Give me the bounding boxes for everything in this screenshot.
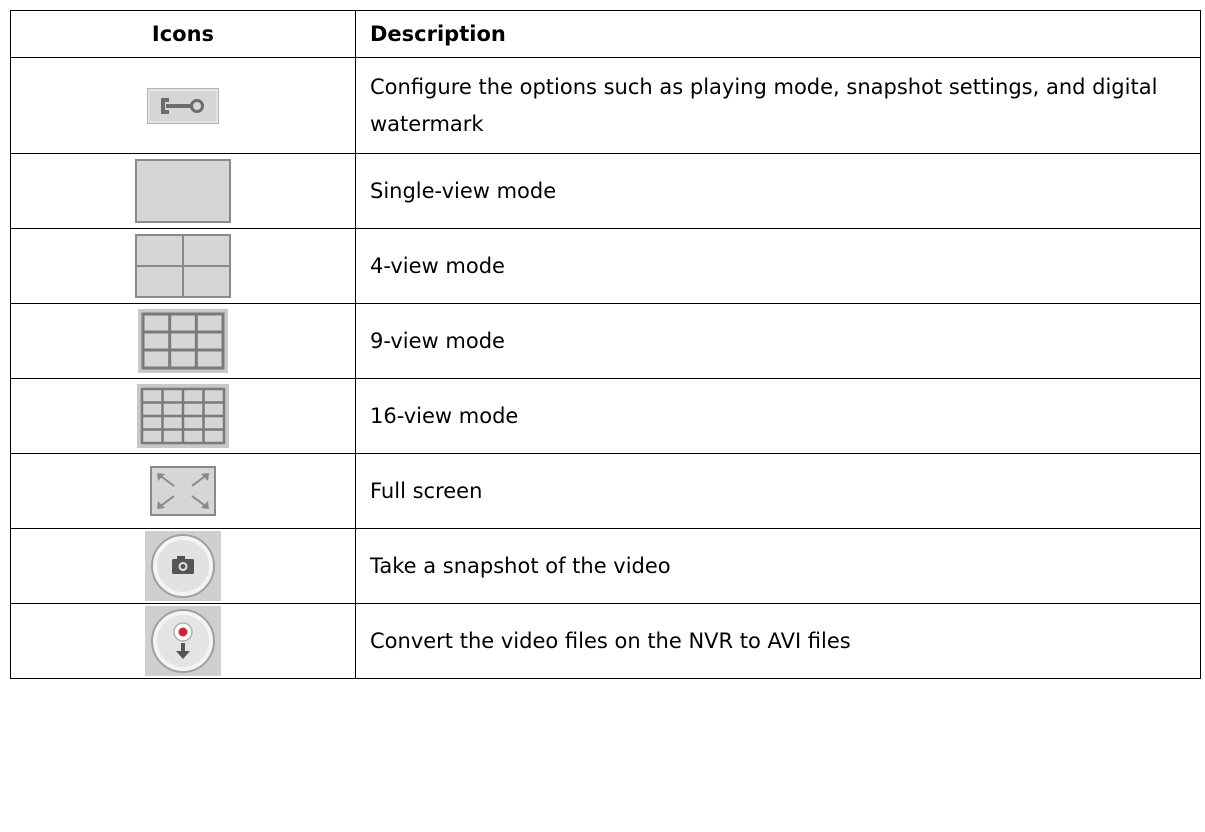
fullscreen-icon	[150, 466, 216, 516]
nine-view-icon	[138, 309, 228, 373]
icon-cell	[10, 228, 356, 304]
single-view-icon	[135, 159, 231, 223]
icon-cell	[10, 453, 356, 529]
icon-cell	[10, 603, 356, 679]
table-row: Full screen	[10, 453, 1201, 529]
icon-cell	[10, 528, 356, 604]
row-description: Full screen	[355, 453, 1201, 529]
row-description: Single-view mode	[355, 153, 1201, 229]
table-header-row: Icons Description	[10, 10, 1201, 58]
table-row: Take a snapshot of the video	[10, 528, 1201, 604]
row-description: Convert the video files on the NVR to AV…	[355, 603, 1201, 679]
row-description: Configure the options such as playing mo…	[355, 57, 1201, 154]
row-description: Take a snapshot of the video	[355, 528, 1201, 604]
icon-cell	[10, 303, 356, 379]
convert-avi-icon	[145, 606, 221, 676]
header-icons: Icons	[10, 10, 356, 58]
icon-cell	[10, 153, 356, 229]
row-description: 4-view mode	[355, 228, 1201, 304]
row-description: 16-view mode	[355, 378, 1201, 454]
row-description: 9-view mode	[355, 303, 1201, 379]
header-description: Description	[355, 10, 1201, 58]
table-row: 9-view mode	[10, 303, 1201, 379]
wrench-icon	[147, 87, 219, 124]
icon-description-table: Icons Description Configure the options …	[10, 10, 1201, 679]
table-row: Convert the video files on the NVR to AV…	[10, 603, 1201, 679]
table-row: Configure the options such as playing mo…	[10, 57, 1201, 154]
icon-cell	[10, 57, 356, 154]
table-row: 4-view mode	[10, 228, 1201, 304]
camera-icon	[145, 531, 221, 601]
four-view-icon	[135, 234, 231, 298]
icon-cell	[10, 378, 356, 454]
sixteen-view-icon	[137, 384, 229, 448]
table-row: Single-view mode	[10, 153, 1201, 229]
table-row: 16-view mode	[10, 378, 1201, 454]
